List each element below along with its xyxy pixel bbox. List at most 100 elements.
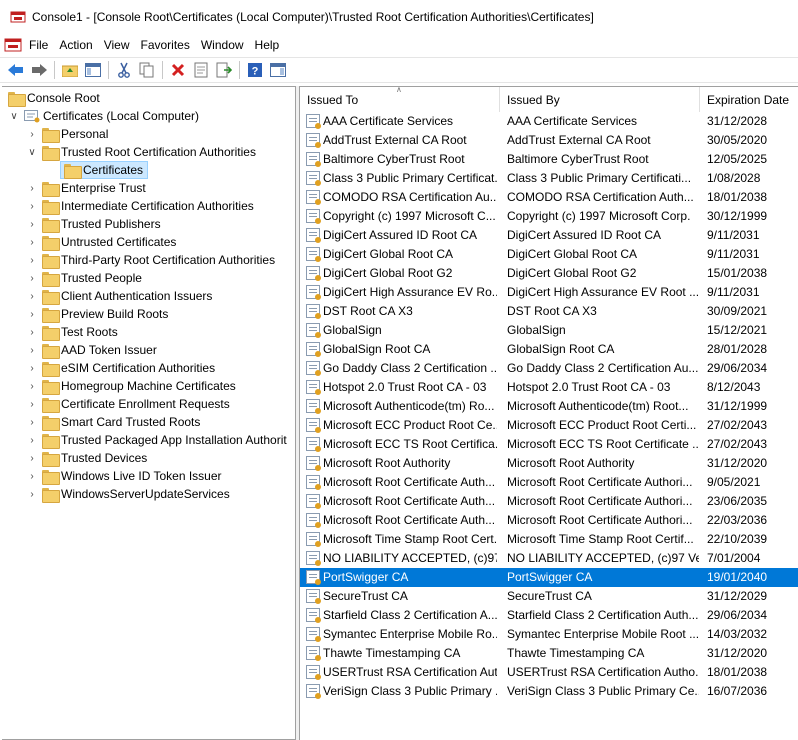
menu-view[interactable]: View xyxy=(101,34,138,56)
menu-help[interactable]: Help xyxy=(252,34,288,56)
tree-item-untrusted-certificates[interactable]: › Untrusted Certificates xyxy=(26,233,176,251)
tree-item-trusted-publishers[interactable]: › Trusted Publishers xyxy=(26,215,161,233)
chevron-right-icon[interactable]: › xyxy=(26,269,38,287)
tree-item-windows-live-id-token-issuer[interactable]: › Windows Live ID Token Issuer xyxy=(26,467,222,485)
chevron-right-icon[interactable]: › xyxy=(26,413,38,431)
chevron-right-icon[interactable]: › xyxy=(26,449,38,467)
chevron-right-icon[interactable]: › xyxy=(26,341,38,359)
tree-item-label: Trusted Publishers xyxy=(61,217,161,231)
tree-item-aad-token-issuer[interactable]: › AAD Token Issuer xyxy=(26,341,157,359)
tree-item-label: Trusted Root Certification Authorities xyxy=(61,145,256,159)
chevron-down-icon[interactable]: ∨ xyxy=(8,107,20,125)
table-row[interactable]: DigiCert High Assurance EV Ro... DigiCert… xyxy=(300,283,798,302)
tree-item-certificates-local-computer[interactable]: ∨ Certificates (Local Computer) xyxy=(8,107,199,125)
table-row[interactable]: AAA Certificate Services AAA Certificate … xyxy=(300,112,798,131)
table-row[interactable]: Copyright (c) 1997 Microsoft C... Copyrig… xyxy=(300,207,798,226)
chevron-right-icon[interactable]: › xyxy=(26,215,38,233)
properties-icon[interactable] xyxy=(191,60,211,80)
chevron-right-icon[interactable]: › xyxy=(26,305,38,323)
table-row[interactable]: Starfield Class 2 Certification A... Star… xyxy=(300,606,798,625)
table-row[interactable]: DigiCert Assured ID Root CA DigiCert Assu… xyxy=(300,226,798,245)
export-list-icon[interactable] xyxy=(214,60,234,80)
table-row[interactable]: Microsoft ECC Product Root Ce... Microsof… xyxy=(300,416,798,435)
column-header-issued-to[interactable]: ∧ Issued To xyxy=(300,87,500,112)
help-icon[interactable]: ? xyxy=(245,60,265,80)
mmc-system-menu-icon[interactable] xyxy=(4,37,22,53)
table-row[interactable]: Microsoft Authenticode(tm) Ro... Microsof… xyxy=(300,397,798,416)
table-row[interactable]: Thawte Timestamping CA Thawte Timestampin… xyxy=(300,644,798,663)
column-header-issued-by[interactable]: Issued By xyxy=(500,87,700,112)
table-row[interactable]: DigiCert Global Root CA DigiCert Global R… xyxy=(300,245,798,264)
table-row[interactable]: Microsoft ECC TS Root Certifica... Micros… xyxy=(300,435,798,454)
menu-favorites[interactable]: Favorites xyxy=(138,34,198,56)
chevron-right-icon[interactable]: › xyxy=(26,125,38,143)
table-row[interactable]: Baltimore CyberTrust Root Baltimore Cyber… xyxy=(300,150,798,169)
table-row[interactable]: COMODO RSA Certification Au... COMODO RSA… xyxy=(300,188,798,207)
chevron-right-icon[interactable]: › xyxy=(26,251,38,269)
tree-item-smart-card-trusted-roots[interactable]: › Smart Card Trusted Roots xyxy=(26,413,200,431)
tree-item-certificate-enrollment-requests[interactable]: › Certificate Enrollment Requests xyxy=(26,395,230,413)
table-row[interactable]: DST Root CA X3 DST Root CA X3 30/09/2021 xyxy=(300,302,798,321)
tree-item-enterprise-trust[interactable]: › Enterprise Trust xyxy=(26,179,146,197)
tree-item-test-roots[interactable]: › Test Roots xyxy=(26,323,118,341)
table-row[interactable]: Microsoft Root Certificate Auth... Micros… xyxy=(300,511,798,530)
tree-item-intermediate-certification-authorities[interactable]: › Intermediate Certification Authorities xyxy=(26,197,254,215)
chevron-right-icon[interactable]: › xyxy=(26,359,38,377)
tree-item-preview-build-roots[interactable]: › Preview Build Roots xyxy=(26,305,168,323)
tree-item-client-authentication-issuers[interactable]: › Client Authentication Issuers xyxy=(26,287,212,305)
chevron-right-icon[interactable]: › xyxy=(26,179,38,197)
show-hide-tree-icon[interactable] xyxy=(83,60,103,80)
tree-item-homegroup-machine-certificates[interactable]: › Homegroup Machine Certificates xyxy=(26,377,236,395)
action-pane-icon[interactable] xyxy=(268,60,288,80)
chevron-right-icon[interactable]: › xyxy=(26,323,38,341)
table-row[interactable]: SecureTrust CA SecureTrust CA 31/12/2029 xyxy=(300,587,798,606)
tree-item-certificates-selected[interactable]: Certificates xyxy=(60,161,149,179)
tree-item-windowsserverupdateservices[interactable]: › WindowsServerUpdateServices xyxy=(26,485,230,503)
menu-window[interactable]: Window xyxy=(198,34,252,56)
table-row[interactable]: VeriSign Class 3 Public Primary ... VeriS… xyxy=(300,682,798,701)
table-row[interactable]: Microsoft Root Certificate Auth... Micros… xyxy=(300,473,798,492)
back-arrow-icon[interactable] xyxy=(6,60,26,80)
up-folder-icon[interactable] xyxy=(60,60,80,80)
menu-action[interactable]: Action xyxy=(56,34,100,56)
chevron-right-icon[interactable]: › xyxy=(26,467,38,485)
cell-expiration-date: 29/06/2034 xyxy=(707,361,768,375)
tree-item-console-root[interactable]: Console Root xyxy=(8,89,100,107)
table-row[interactable]: AddTrust External CA Root AddTrust Extern… xyxy=(300,131,798,150)
table-row[interactable]: Microsoft Root Authority Microsoft Root A… xyxy=(300,454,798,473)
table-row[interactable]: NO LIABILITY ACCEPTED, (c)97 ... NO LIABI… xyxy=(300,549,798,568)
tree-item-trusted-packaged-app-installation-authorit[interactable]: › Trusted Packaged App Installation Autho… xyxy=(26,431,287,449)
cut-icon[interactable] xyxy=(114,60,134,80)
table-row[interactable]: Go Daddy Class 2 Certification ... Go Dad… xyxy=(300,359,798,378)
cell-expiration-date: 15/12/2021 xyxy=(707,323,768,337)
chevron-right-icon[interactable]: › xyxy=(26,233,38,251)
tree-item-third-party-root-certification-authorities[interactable]: › Third-Party Root Certification Authorit… xyxy=(26,251,275,269)
tree-item-trusted-devices[interactable]: › Trusted Devices xyxy=(26,449,147,467)
tree-item-trusted-people[interactable]: › Trusted People xyxy=(26,269,142,287)
table-row[interactable]: GlobalSign GlobalSign 15/12/2021 xyxy=(300,321,798,340)
table-row[interactable]: Symantec Enterprise Mobile Ro... Symantec… xyxy=(300,625,798,644)
tree-item-personal[interactable]: › Personal xyxy=(26,125,108,143)
chevron-right-icon[interactable]: › xyxy=(26,395,38,413)
chevron-right-icon[interactable]: › xyxy=(26,431,38,449)
chevron-down-icon[interactable]: ∨ xyxy=(26,143,38,161)
chevron-right-icon[interactable]: › xyxy=(26,197,38,215)
table-row[interactable]: Class 3 Public Primary Certificat... Clas… xyxy=(300,169,798,188)
table-row[interactable]: DigiCert Global Root G2 DigiCert Global R… xyxy=(300,264,798,283)
table-row[interactable]: PortSwigger CA PortSwigger CA 19/01/2040 xyxy=(300,568,798,587)
menu-file[interactable]: File xyxy=(26,34,56,56)
copy-icon[interactable] xyxy=(137,60,157,80)
forward-arrow-icon[interactable] xyxy=(29,60,49,80)
table-row[interactable]: USERTrust RSA Certification Aut... USERTr… xyxy=(300,663,798,682)
table-row[interactable]: GlobalSign Root CA GlobalSign Root CA 28/0… xyxy=(300,340,798,359)
chevron-right-icon[interactable]: › xyxy=(26,287,38,305)
table-row[interactable]: Hotspot 2.0 Trust Root CA - 03 Hotspot 2.… xyxy=(300,378,798,397)
chevron-right-icon[interactable]: › xyxy=(26,485,38,503)
column-header-expiration-date[interactable]: Expiration Date xyxy=(700,87,798,112)
chevron-right-icon[interactable]: › xyxy=(26,377,38,395)
table-row[interactable]: Microsoft Root Certificate Auth... Micros… xyxy=(300,492,798,511)
delete-icon[interactable] xyxy=(168,60,188,80)
tree-item-esim-certification-authorities[interactable]: › eSIM Certification Authorities xyxy=(26,359,215,377)
tree-item-trusted-root-ca[interactable]: ∨ Trusted Root Certification Authorities xyxy=(26,143,256,161)
table-row[interactable]: Microsoft Time Stamp Root Cert... Microso… xyxy=(300,530,798,549)
